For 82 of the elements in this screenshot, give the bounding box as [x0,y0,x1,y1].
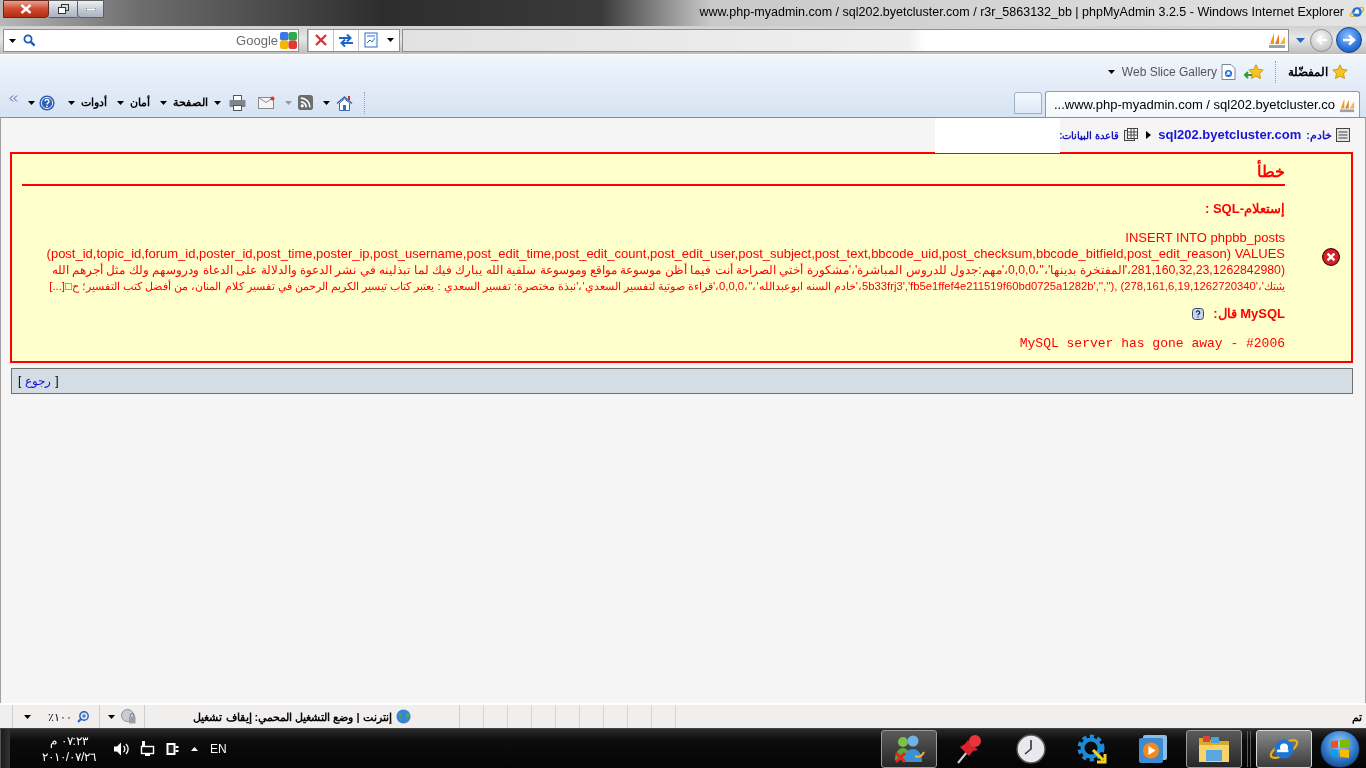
printer-icon [229,94,246,111]
refresh-icon [338,32,354,48]
arrow-icon [1146,131,1152,139]
caret-icon [285,100,292,105]
play-icon [1139,734,1167,763]
logo-icon [280,31,297,49]
zone-text: إنترنت | وضع التشغيل المحمي: إيقاف تشغيل [193,709,392,724]
mysql-label: MySQL قال: [1213,306,1285,322]
e-globe-icon [1349,4,1365,20]
error-message: MySQL server has gone away - #2006 [1019,336,1285,351]
caret-up-icon[interactable] [191,746,198,751]
caret-icon [1295,37,1305,43]
caret-icon [323,100,330,105]
query-label: إستعلام-SQL : [1204,201,1285,216]
browser-tab[interactable]: ...www.php-myadmin.com / sql202.byetcluster.co [1044,91,1360,117]
envelope-icon [258,96,275,109]
menu-button[interactable]: أمان [114,91,153,114]
home-icon [336,94,353,111]
status-text: تم [1352,709,1362,724]
error-icon [1322,248,1340,266]
people-icon [893,733,925,764]
caret-icon [160,100,167,105]
arrow-icon [1342,34,1356,46]
zoom-icon [76,710,89,723]
caret-icon [387,38,394,42]
stop-icon [315,34,327,46]
start-button[interactable] [1320,729,1360,768]
caret-icon[interactable] [9,38,16,43]
site-logo-icon [1268,31,1286,48]
menu-button[interactable]: أدوات [65,91,110,114]
rss-icon [298,95,313,110]
web-slice-gallery-button[interactable]: Web Slice Gallery [1105,60,1238,83]
caret-icon [1107,69,1115,74]
search-field[interactable]: Google [3,28,299,52]
restore-button[interactable] [49,0,77,18]
back-button[interactable] [1336,27,1362,53]
caret-icon [23,714,31,719]
caret-icon [117,100,124,105]
language-button[interactable]: EN [210,740,227,757]
server-link[interactable]: sql202.byetcluster.com [1158,125,1302,145]
server-icon [1336,128,1350,142]
arrow-icon [1315,35,1328,45]
power-icon[interactable] [166,741,179,756]
address-field[interactable] [402,28,1289,52]
taskbar-button[interactable] [1186,729,1242,768]
pushpin-icon [957,733,983,764]
database-icon [1124,128,1139,142]
search-icon [23,33,36,47]
minimize-icon [85,7,96,11]
volume-icon[interactable] [114,741,130,756]
favorites-button[interactable]: المفضّلة [1286,59,1350,84]
chevron-icon [8,94,18,102]
bracket-text: ] [55,373,59,389]
minimize-button[interactable] [77,0,104,18]
clock-icon [1016,733,1046,764]
docs-help-icon[interactable] [1192,308,1205,320]
gear-icon [1077,733,1107,764]
database-label[interactable]: قاعدة البيانات: [1059,127,1120,143]
caret-icon [28,100,35,105]
star-arrow-icon [1244,63,1264,80]
close-button[interactable] [3,0,49,18]
star-icon [1332,63,1348,80]
globe-icon [395,709,411,724]
caret-icon [214,100,221,105]
lock-globe-icon [121,709,136,724]
network-icon[interactable] [140,741,155,756]
help-icon [39,94,55,111]
folder-icon [1198,734,1230,763]
server-label: خادم: [1306,127,1332,144]
flag-icon [1330,739,1350,758]
caret-icon [108,714,115,719]
window-title: www.php-myadmin.com / sql202.byetcluster.com / r3r_5863132_bb | phpMyAdmin 3.2.5 - Windows Internet Explorer [699,4,1344,20]
menu-button[interactable]: الصفحة [157,91,211,114]
e-page-icon [1221,63,1236,80]
clock-button[interactable]: ٠٧:٢٣ م ٢٠١٠/٠٧/٢٦ [34,732,104,765]
bracket-text: [ [18,373,22,389]
close-icon [20,4,32,14]
back-link[interactable]: رجوع [25,373,52,389]
taskbar-button[interactable] [881,729,937,768]
caret-icon [68,100,75,105]
page-icon [363,32,378,48]
restore-icon [57,4,69,14]
